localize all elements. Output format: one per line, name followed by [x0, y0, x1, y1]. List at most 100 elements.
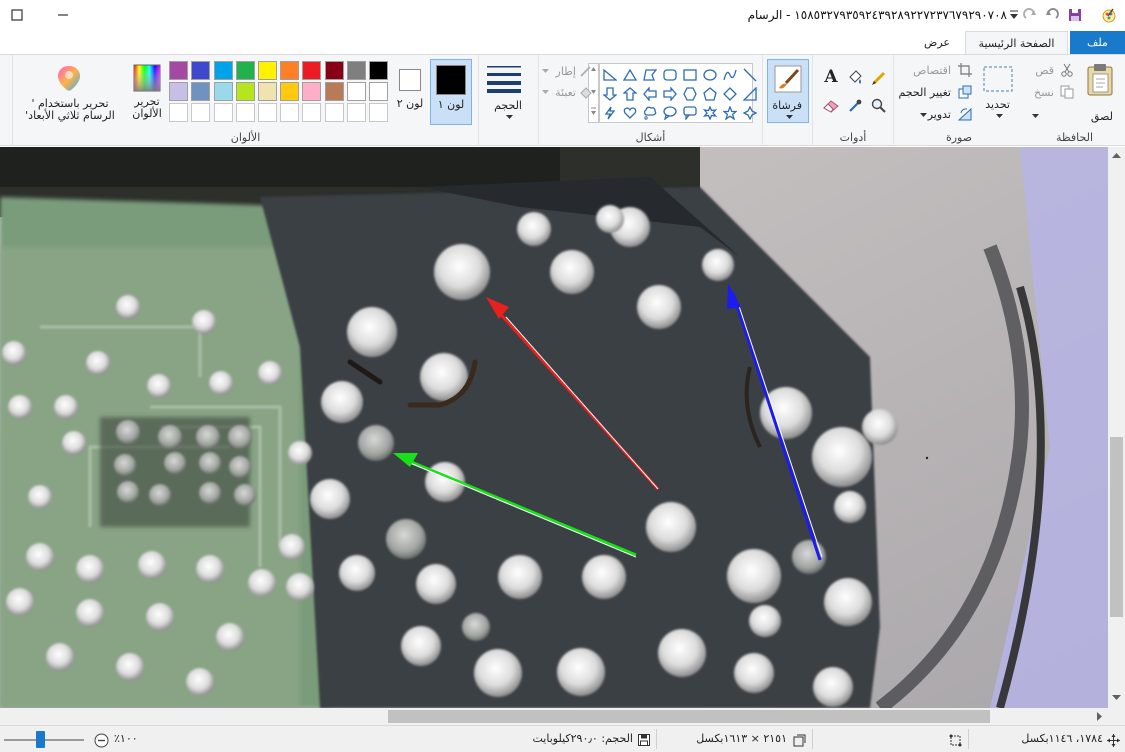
cloud-callout-shape-icon[interactable]: [640, 103, 660, 122]
select-dropdown-icon[interactable]: [995, 113, 1003, 119]
outline-icon[interactable]: [578, 65, 594, 79]
crop-icon[interactable]: [958, 63, 972, 77]
palette-color-swatch[interactable]: [258, 82, 277, 101]
brushes-button[interactable]: فرشاة: [767, 59, 809, 123]
fill-button[interactable]: تعبئة: [555, 86, 576, 99]
save-icon[interactable]: [1064, 4, 1086, 26]
custom-color-slot[interactable]: [169, 103, 189, 122]
crop-button[interactable]: اقتصاص: [913, 64, 951, 77]
palette-color-swatch[interactable]: [302, 61, 322, 80]
rotate-icon[interactable]: [958, 107, 972, 121]
color1-button[interactable]: لون ١: [430, 59, 472, 125]
custom-color-slot[interactable]: [346, 103, 366, 122]
polygon-shape-icon[interactable]: [640, 65, 660, 84]
edit-with-paint3d-button[interactable]: تحرير باستخدام ' الرسام ثلاثي الأبعاد': [17, 61, 123, 127]
tab-home[interactable]: الصفحة الرئيسية: [965, 31, 1068, 55]
triangle-shape-icon[interactable]: [620, 65, 640, 84]
horizontal-scrollbar[interactable]: [0, 708, 1125, 725]
outline-button[interactable]: إطار: [556, 65, 576, 78]
redo-icon[interactable]: [1019, 4, 1041, 26]
palette-color-swatch[interactable]: [169, 82, 189, 101]
fill-icon[interactable]: [578, 86, 594, 100]
line-shape-icon[interactable]: [740, 65, 760, 84]
up-arrow-shape-icon[interactable]: [620, 84, 640, 103]
tab-file[interactable]: ملف: [1070, 31, 1125, 55]
cut-icon[interactable]: [1060, 63, 1074, 77]
lightning-shape-icon[interactable]: [600, 103, 620, 122]
palette-color-swatch[interactable]: [280, 61, 300, 80]
custom-color-slot[interactable]: [213, 103, 233, 122]
copy-icon[interactable]: [1060, 85, 1074, 99]
palette-color-swatch[interactable]: [258, 61, 277, 80]
custom-color-slot[interactable]: [324, 103, 344, 122]
paste-button[interactable]: لصق: [1091, 110, 1113, 123]
zoom-out-icon[interactable]: [93, 732, 109, 748]
pentagon-shape-icon[interactable]: [700, 84, 720, 103]
rounded-rectangle-shape-icon[interactable]: [660, 65, 680, 84]
palette-color-swatch[interactable]: [235, 82, 255, 101]
rectangle-shape-icon[interactable]: [680, 65, 700, 84]
heart-shape-icon[interactable]: [620, 103, 640, 122]
palette-color-swatch[interactable]: [280, 82, 300, 101]
custom-color-slot[interactable]: [235, 103, 255, 122]
hexagon-shape-icon[interactable]: [680, 84, 700, 103]
six-point-star-shape-icon[interactable]: [700, 103, 720, 122]
custom-color-slot[interactable]: [258, 103, 277, 122]
palette-color-swatch[interactable]: [213, 82, 233, 101]
oval-callout-shape-icon[interactable]: [660, 103, 680, 122]
custom-color-slot[interactable]: [369, 103, 388, 122]
rotate-dropdown-icon[interactable]: [919, 112, 927, 118]
select-icon[interactable]: [982, 65, 1014, 93]
four-point-star-shape-icon[interactable]: [740, 103, 760, 122]
palette-color-swatch[interactable]: [369, 61, 388, 80]
rounded-callout-shape-icon[interactable]: [680, 103, 700, 122]
palette-color-swatch[interactable]: [324, 82, 344, 101]
maximize-icon[interactable]: [6, 4, 28, 26]
color2-button[interactable]: لون ٢: [391, 59, 429, 125]
vertical-scrollbar[interactable]: [1108, 147, 1125, 708]
palette-color-swatch[interactable]: [191, 82, 211, 101]
palette-color-swatch[interactable]: [346, 82, 366, 101]
right-arrow-shape-icon[interactable]: [660, 84, 680, 103]
diamond-shape-icon[interactable]: [740, 84, 760, 103]
undo-icon[interactable]: [1041, 4, 1063, 26]
resize-icon[interactable]: [958, 85, 972, 99]
tab-view[interactable]: عرض: [909, 31, 965, 55]
paste-dropdown-icon[interactable]: [1031, 112, 1039, 120]
eraser-icon[interactable]: [822, 97, 840, 115]
curve-shape-icon[interactable]: [720, 65, 740, 84]
zoom-slider-thumb[interactable]: [36, 731, 45, 748]
left-arrow-shape-icon[interactable]: [640, 84, 660, 103]
pencil-icon[interactable]: [871, 69, 887, 87]
palette-color-swatch[interactable]: [369, 82, 388, 101]
copy-button[interactable]: نسخ: [1034, 86, 1054, 99]
resize-button[interactable]: تغيير الحجم: [898, 86, 951, 99]
drawing-canvas[interactable]: [0, 147, 1108, 708]
minimize-icon[interactable]: [52, 4, 74, 26]
paste-icon[interactable]: [1084, 61, 1116, 97]
palette-color-swatch[interactable]: [213, 61, 233, 80]
rotate-button[interactable]: تدوير: [928, 108, 951, 121]
palette-color-swatch[interactable]: [235, 61, 255, 80]
palette-color-swatch[interactable]: [302, 82, 322, 101]
palette-color-swatch[interactable]: [346, 61, 366, 80]
down-arrow-shape-icon[interactable]: [600, 84, 620, 103]
edit-colors-button[interactable]: تحرير الألوان: [127, 61, 167, 127]
custom-color-slot[interactable]: [191, 103, 211, 122]
rhombus-shape-icon[interactable]: [720, 84, 740, 103]
magnifier-icon[interactable]: [871, 97, 887, 115]
custom-color-slot[interactable]: [280, 103, 300, 122]
text-icon[interactable]: A: [822, 67, 840, 87]
cut-button[interactable]: قص: [1035, 64, 1054, 77]
outline-dropdown-icon[interactable]: [541, 68, 549, 74]
select-button[interactable]: تحديد: [985, 98, 1010, 111]
palette-color-swatch[interactable]: [324, 61, 344, 80]
custom-color-slot[interactable]: [302, 103, 322, 122]
size-button[interactable]: الحجم: [483, 59, 535, 123]
color-picker-icon[interactable]: [847, 97, 863, 115]
fill-bucket-icon[interactable]: [847, 69, 863, 87]
fill-dropdown-icon[interactable]: [541, 89, 549, 95]
oval-shape-icon[interactable]: [700, 65, 720, 84]
palette-color-swatch[interactable]: [169, 61, 189, 80]
palette-color-swatch[interactable]: [191, 61, 211, 80]
